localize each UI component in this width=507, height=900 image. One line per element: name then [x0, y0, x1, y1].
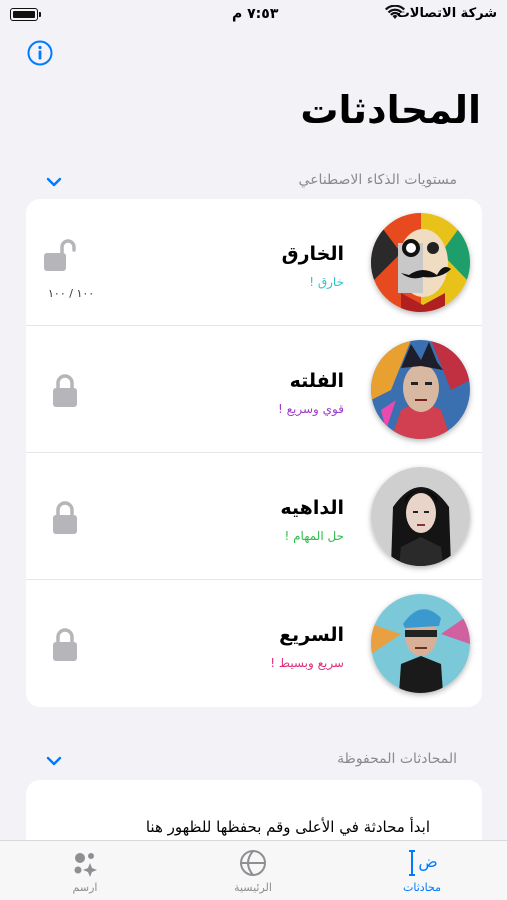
- lock-icon: [53, 628, 77, 661]
- chat-text-icon: ض: [409, 850, 438, 876]
- ai-levels-header[interactable]: مستويات الذكاء الاصطناعي: [26, 172, 481, 196]
- ai-level-row[interactable]: السريع سريع وبسيط !: [26, 580, 482, 707]
- avatar: [371, 213, 470, 312]
- ai-level-row[interactable]: الخارق خارق ! ١٠٠ / ١٠٠: [26, 199, 482, 326]
- lock-icon: [53, 374, 77, 407]
- ai-level-subtitle: سريع وبسيط !: [270, 656, 344, 670]
- ai-level-row[interactable]: الفلته قوي وسريع !: [26, 326, 482, 453]
- chevron-down-icon[interactable]: [46, 176, 62, 188]
- ai-level-name: السريع: [279, 624, 344, 646]
- empty-state-message: ابدأ محادثة في الأعلى وقم بحفظها للظهور …: [145, 818, 430, 836]
- avatar: [371, 594, 470, 693]
- usage-count: ١٠٠ / ١٠٠: [48, 287, 95, 300]
- ai-level-subtitle: حل المهام !: [284, 529, 345, 543]
- avatar: [371, 340, 470, 439]
- ai-level-name: الخارق: [281, 243, 344, 265]
- tab-draw[interactable]: ارسم: [35, 847, 135, 899]
- tab-home[interactable]: الرئيسية: [203, 847, 303, 899]
- info-icon[interactable]: [27, 40, 53, 66]
- svg-text:ض: ض: [418, 852, 437, 872]
- chevron-down-icon[interactable]: [46, 755, 62, 767]
- tab-chats[interactable]: ض محادثات: [372, 847, 472, 899]
- ai-level-subtitle: قوي وسريع !: [278, 402, 344, 416]
- tab-bar: ض محادثات الرئيسية ارسم: [0, 840, 507, 900]
- status-time: ٧:٥٣ م: [232, 6, 279, 22]
- ai-level-name: الداهيه: [280, 497, 344, 519]
- tab-label: محادثات: [402, 881, 441, 894]
- sparkles-icon: [74, 853, 97, 877]
- saved-chats-label: المحادثات المحفوظة: [337, 751, 457, 767]
- tab-label: الرئيسية: [234, 881, 272, 894]
- status-bar: ٧:٥٣ م شركة الاتصالات: [0, 0, 507, 30]
- unlocked-icon: [44, 239, 76, 271]
- ai-levels-list: الخارق خارق ! ١٠٠ / ١٠٠ الفلته قوي وسريع…: [26, 199, 482, 707]
- ai-level-name: الفلته: [289, 370, 344, 392]
- tab-label: ارسم: [72, 881, 98, 894]
- lock-icon: [53, 501, 77, 534]
- battery-icon: [10, 8, 41, 21]
- ai-level-subtitle: خارق !: [309, 275, 344, 289]
- avatar: [371, 467, 470, 566]
- ai-level-row[interactable]: الداهيه حل المهام !: [26, 453, 482, 580]
- saved-chats-header[interactable]: المحادثات المحفوظة: [26, 751, 481, 775]
- globe-icon: [240, 850, 266, 876]
- ai-levels-label: مستويات الذكاء الاصطناعي: [298, 172, 457, 188]
- carrier-name: شركة الاتصالات: [396, 6, 497, 21]
- page-title: المحادثات: [300, 88, 481, 132]
